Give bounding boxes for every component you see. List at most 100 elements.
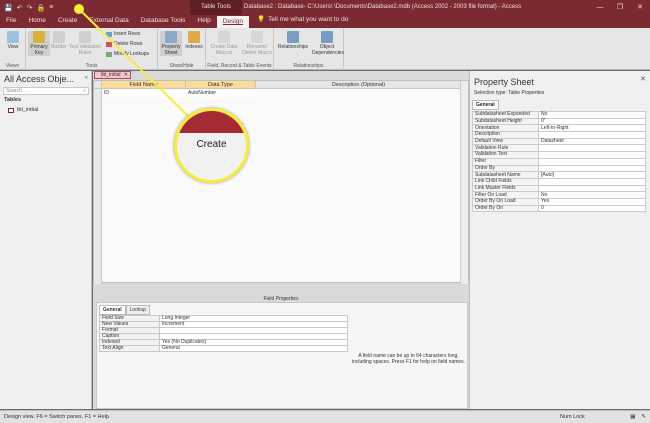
ribbon-tabs: File Home Create External Data Database …: [0, 15, 650, 28]
group-views: View Views: [0, 28, 26, 70]
nav-pane-title[interactable]: All Access Obje...: [4, 74, 74, 84]
close-icon[interactable]: ✕: [640, 75, 646, 83]
table-row: Filter: [472, 157, 646, 166]
row-selector[interactable]: [94, 89, 102, 284]
lock-icon[interactable]: 🔒: [36, 4, 45, 12]
property-value[interactable]: General: [159, 345, 348, 352]
field-properties-tabs: General Lookup: [99, 305, 151, 315]
doc-tab-tbl-initial[interactable]: tbl_initial ✕: [94, 71, 131, 79]
property-value[interactable]: [538, 151, 646, 159]
views-group-label: Views: [5, 63, 20, 69]
view-label: View: [7, 44, 19, 50]
tab-help[interactable]: Help: [191, 15, 216, 28]
status-text: Design view. F6 = Switch panes. F1 = Hel…: [4, 414, 111, 420]
redo-icon[interactable]: ↷: [27, 4, 33, 12]
tab-general[interactable]: General: [99, 305, 126, 315]
close-tab-icon[interactable]: ✕: [124, 72, 128, 79]
relationships-button[interactable]: Relationships: [276, 31, 310, 50]
property-sheet-pane: Property Sheet ✕ Selection type: Table P…: [469, 71, 650, 409]
window-title: Database2 : Database- C:\Users\ \Documen…: [244, 4, 522, 10]
property-sheet-table: Subdatasheet Expanded No Subdatasheet Hei…: [472, 111, 646, 213]
field-properties-pane: General Lookup Field Size Long Integer Ne…: [96, 302, 468, 409]
delete-rows-button[interactable]: Delete Rows: [106, 41, 142, 47]
table-row: Text Align General: [99, 345, 348, 352]
table-row: Subdatasheet Height 0": [472, 117, 646, 126]
property-value[interactable]: Yes: [538, 197, 646, 206]
save-icon[interactable]: 💾: [4, 4, 13, 12]
property-value[interactable]: 0": [538, 117, 646, 126]
builder-label: Builder: [51, 44, 67, 50]
property-value[interactable]: [538, 144, 646, 153]
property-sheet-label: Property Sheet: [161, 44, 181, 56]
group-events: Create Data Macros Rename/ Delete Macro …: [206, 28, 274, 70]
property-name: Link Master Fields: [472, 184, 539, 193]
modify-lookups-icon: [106, 51, 112, 57]
data-type-cell[interactable]: AutoNumber: [186, 90, 256, 97]
validation-icon: [79, 31, 91, 43]
tab-design[interactable]: Design: [216, 16, 250, 28]
minimize-button[interactable]: —: [590, 0, 610, 15]
property-value[interactable]: Datasheet: [538, 137, 646, 146]
selection-type: Selection type: Table Properties: [474, 90, 545, 96]
nav-item-tbl-initial[interactable]: tbl_initial: [8, 107, 38, 113]
tab-file[interactable]: File: [0, 15, 22, 28]
key-icon: [33, 31, 45, 43]
property-value[interactable]: [538, 177, 646, 186]
builder-icon: [53, 31, 65, 43]
design-view-icon[interactable]: ✎: [641, 411, 646, 423]
indexes-button[interactable]: Indexes: [184, 31, 204, 50]
group-tools: Primary Key Builder Test Validation Rule…: [26, 28, 158, 70]
property-sheet-button[interactable]: Property Sheet: [160, 31, 182, 56]
close-button[interactable]: ✕: [630, 0, 650, 15]
tab-lookup[interactable]: Lookup: [125, 305, 151, 315]
tab-external-data[interactable]: External Data: [83, 15, 134, 28]
collapse-nav-icon[interactable]: «: [85, 75, 88, 81]
tab-database-tools[interactable]: Database Tools: [135, 15, 192, 28]
description-cell[interactable]: [256, 90, 462, 97]
property-name: Subdatasheet Height: [472, 117, 539, 126]
property-value[interactable]: [538, 157, 646, 166]
tell-me-box[interactable]: 💡 Tell me what you want to do: [249, 14, 354, 28]
property-value[interactable]: [538, 164, 646, 173]
property-value[interactable]: [Auto]: [538, 171, 646, 179]
primary-key-button[interactable]: Primary Key: [28, 31, 50, 56]
customize-icon[interactable]: ≡: [49, 4, 53, 11]
insert-rows-button[interactable]: Insert Rows: [106, 31, 140, 37]
property-value[interactable]: Left-to-Right: [538, 124, 646, 133]
tab-general-property[interactable]: General: [472, 100, 499, 110]
property-value[interactable]: No: [538, 111, 646, 119]
tab-home[interactable]: Home: [22, 15, 51, 28]
col-description[interactable]: Description (Optional): [256, 81, 462, 89]
col-field-name[interactable]: Field Name: [102, 81, 186, 89]
property-name: Filter: [472, 157, 539, 166]
indexes-label: Indexes: [185, 44, 203, 50]
property-value[interactable]: [538, 184, 646, 193]
context-tab-table-tools: Table Tools: [190, 0, 242, 15]
datasheet-view-icon[interactable]: ▦: [630, 411, 635, 423]
create-data-macros-button[interactable]: Create Data Macros: [210, 31, 238, 56]
dependencies-icon: [321, 31, 333, 43]
property-value[interactable]: No: [538, 191, 646, 199]
property-value[interactable]: 0: [538, 204, 646, 213]
col-data-type[interactable]: Data Type: [186, 81, 256, 89]
test-validation-button[interactable]: Test Validation Rules: [68, 31, 102, 56]
builder-button[interactable]: Builder: [51, 31, 67, 50]
grid-vertical-scrollbar[interactable]: [460, 81, 468, 284]
nav-search-input[interactable]: Search... ⌕: [3, 87, 89, 95]
nav-group-tables[interactable]: Tables: [4, 97, 21, 103]
field-name-cell[interactable]: ID: [102, 90, 186, 97]
undo-icon[interactable]: ↶: [17, 4, 23, 12]
events-group-label: Field, Record & Table Events: [207, 63, 272, 69]
view-button[interactable]: View: [4, 31, 22, 50]
test-validation-label: Test Validation Rules: [68, 44, 102, 56]
status-bar: Design view. F6 = Switch panes. F1 = Hel…: [0, 410, 650, 423]
property-name: Order By On: [472, 204, 539, 213]
modify-lookups-button[interactable]: Modify Lookups: [106, 51, 149, 57]
tab-create[interactable]: Create: [52, 15, 84, 28]
object-dependencies-button[interactable]: Object Dependencies: [312, 31, 344, 56]
maximize-button[interactable]: ❐: [610, 0, 630, 15]
relationships-label: Relationships: [277, 44, 309, 50]
rename-delete-macro-button[interactable]: Rename/ Delete Macro: [242, 31, 272, 56]
object-dependencies-label: Object Dependencies: [312, 44, 344, 56]
callout-ribbon-band: [177, 111, 246, 133]
